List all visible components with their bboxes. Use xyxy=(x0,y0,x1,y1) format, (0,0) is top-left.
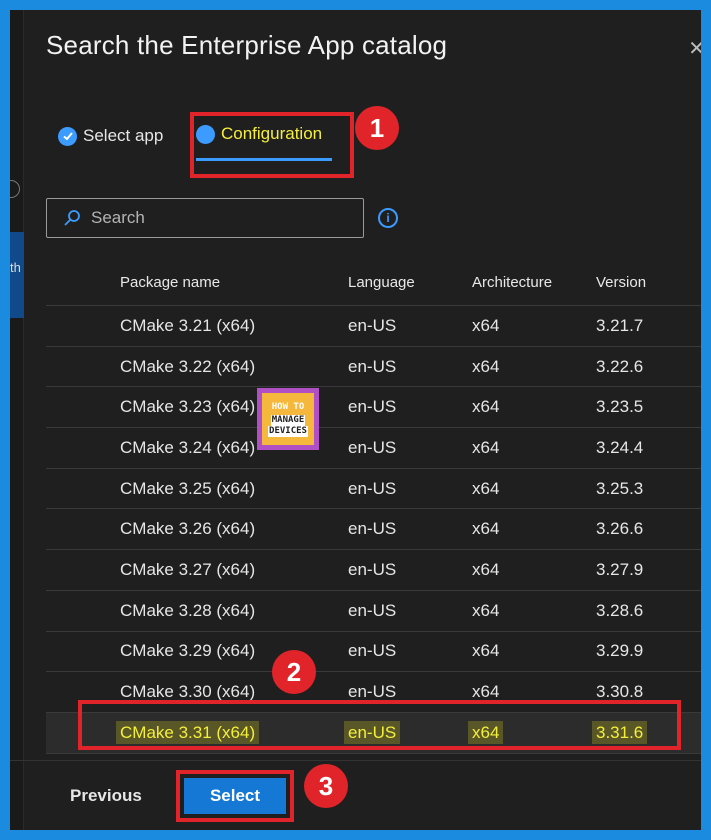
package-table: Package name Language Architecture Versi… xyxy=(46,260,701,754)
package-name: CMake 3.26 (x64) xyxy=(120,519,256,539)
package-name: CMake 3.21 (x64) xyxy=(120,315,256,335)
architecture: x64 xyxy=(472,641,500,661)
table-row[interactable]: CMake 3.28 (x64) en-US x64 3.28.6 xyxy=(46,591,701,632)
column-header-version[interactable]: Version xyxy=(596,274,696,291)
dialog-title: Search the Enterprise App catalog xyxy=(46,30,448,60)
architecture: x64 xyxy=(472,315,500,335)
version: 3.28.6 xyxy=(596,600,644,620)
version: 3.21.7 xyxy=(596,315,644,335)
architecture: x64 xyxy=(472,437,500,457)
callout-badge-2: 2 xyxy=(272,650,316,694)
search-box[interactable] xyxy=(46,198,364,238)
column-header-package[interactable]: Package name xyxy=(46,274,348,291)
search-input[interactable] xyxy=(91,208,331,228)
language: en-US xyxy=(348,478,397,498)
architecture: x64 xyxy=(472,478,500,498)
language: en-US xyxy=(348,519,397,539)
callout-badge-3: 3 xyxy=(304,764,348,808)
collapse-icon[interactable] xyxy=(10,180,20,198)
version: 3.29.9 xyxy=(596,641,644,661)
background-page-strip: th xyxy=(10,10,24,830)
callout-box-3 xyxy=(176,770,294,822)
table-row[interactable]: CMake 3.27 (x64) en-US x64 3.27.9 xyxy=(46,550,701,591)
version: 3.25.3 xyxy=(596,478,644,498)
column-header-architecture[interactable]: Architecture xyxy=(472,274,596,291)
table-row[interactable]: CMake 3.24 (x64) en-US x64 3.24.4 xyxy=(46,428,701,469)
version: 3.27.9 xyxy=(596,559,644,579)
close-icon[interactable]: ✕ xyxy=(688,36,701,61)
language: en-US xyxy=(348,397,397,417)
tab-select-app[interactable]: Select app xyxy=(58,126,163,146)
architecture: x64 xyxy=(472,559,500,579)
table-header: Package name Language Architecture Versi… xyxy=(46,260,701,306)
footer-divider xyxy=(10,760,701,761)
column-header-language[interactable]: Language xyxy=(348,274,472,291)
info-icon[interactable]: i xyxy=(378,208,398,228)
architecture: x64 xyxy=(472,397,500,417)
architecture: x64 xyxy=(472,600,500,620)
table-row[interactable]: CMake 3.22 (x64) en-US x64 3.22.6 xyxy=(46,347,701,388)
table-row[interactable]: CMake 3.26 (x64) en-US x64 3.26.6 xyxy=(46,509,701,551)
howtomanagedevices-logo: HOW TO MANAGE DEVICES xyxy=(257,388,319,450)
version: 3.22.6 xyxy=(596,356,644,376)
language: en-US xyxy=(348,641,397,661)
tab-label: Select app xyxy=(83,126,164,145)
checkmark-icon xyxy=(58,126,77,146)
language: en-US xyxy=(348,356,397,376)
callout-box-2 xyxy=(78,700,681,750)
package-name: CMake 3.22 (x64) xyxy=(120,356,256,376)
package-name: CMake 3.27 (x64) xyxy=(120,559,256,579)
dialog-frame: th Search the Enterprise App catalog ✕ S… xyxy=(10,10,701,830)
architecture: x64 xyxy=(472,519,500,539)
callout-box-1 xyxy=(190,112,354,178)
architecture: x64 xyxy=(472,356,500,376)
table-row[interactable]: CMake 3.25 (x64) en-US x64 3.25.3 xyxy=(46,469,701,510)
language: en-US xyxy=(348,315,397,335)
package-name: CMake 3.28 (x64) xyxy=(120,600,256,620)
version: 3.24.4 xyxy=(596,437,644,457)
version: 3.23.5 xyxy=(596,397,644,417)
version: 3.26.6 xyxy=(596,519,644,539)
language: en-US xyxy=(348,437,397,457)
package-name: CMake 3.25 (x64) xyxy=(120,478,256,498)
language: en-US xyxy=(348,559,397,579)
background-nav-item: th xyxy=(10,232,24,318)
table-row[interactable]: CMake 3.21 (x64) en-US x64 3.21.7 xyxy=(46,306,701,347)
table-row[interactable]: CMake 3.29 (x64) en-US x64 3.29.9 xyxy=(46,632,701,673)
previous-button[interactable]: Previous xyxy=(70,786,142,806)
callout-badge-1: 1 xyxy=(355,106,399,150)
language: en-US xyxy=(348,600,397,620)
search-icon xyxy=(64,210,80,226)
table-row[interactable]: CMake 3.23 (x64) en-US x64 3.23.5 xyxy=(46,387,701,429)
